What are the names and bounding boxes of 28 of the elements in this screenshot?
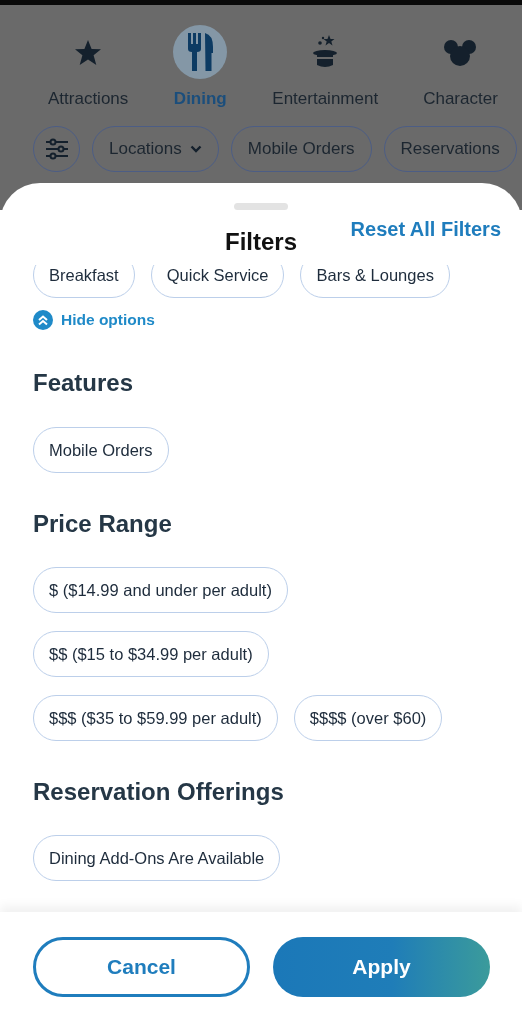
filter-chip[interactable]: Quick Service (150, 265, 285, 298)
section-heading: Price Range (33, 509, 173, 539)
apply-button[interactable]: Apply (273, 937, 490, 997)
cancel-button[interactable]: Cancel (33, 937, 250, 997)
double-chevron-icon (33, 310, 53, 330)
category-tab[interactable]: Attractions (48, 25, 129, 109)
filter-chip[interactable]: $$$$ (over $60) (293, 695, 443, 741)
hide-options-toggle[interactable]: Hide options (33, 310, 489, 330)
filter-chip[interactable]: $$$ ($35 to $59.99 per adult) (33, 695, 278, 741)
category-tab[interactable]: Character (423, 25, 498, 109)
filter-chip[interactable]: $$ ($15 to $34.99 per adult) (33, 631, 269, 677)
reset-link[interactable]: Reset All Filters (350, 218, 501, 241)
sheet-title: Filters (225, 227, 297, 256)
section-heading: Features (33, 368, 135, 398)
drag-handle[interactable] (234, 203, 288, 210)
category-tab[interactable]: Entertainment (272, 25, 379, 109)
section-heading: Reservation Offerings (33, 777, 285, 807)
filter-chip[interactable]: $ ($14.99 and under per adult) (33, 567, 288, 613)
chevron-down-icon (189, 145, 202, 153)
star-icon (74, 38, 103, 66)
sliders-icon (44, 138, 69, 160)
filter-chip[interactable]: Dining Add-Ons Are Available (33, 835, 281, 881)
filter-chip[interactable]: Breakfast (33, 265, 135, 298)
filter-chip[interactable]: Mobile Orders (33, 427, 169, 473)
filter-chip[interactable]: Bars & Lounges (300, 265, 450, 298)
fork-knife-icon (186, 32, 215, 72)
magic-hat-icon (311, 34, 340, 70)
ears-icon (443, 37, 478, 67)
